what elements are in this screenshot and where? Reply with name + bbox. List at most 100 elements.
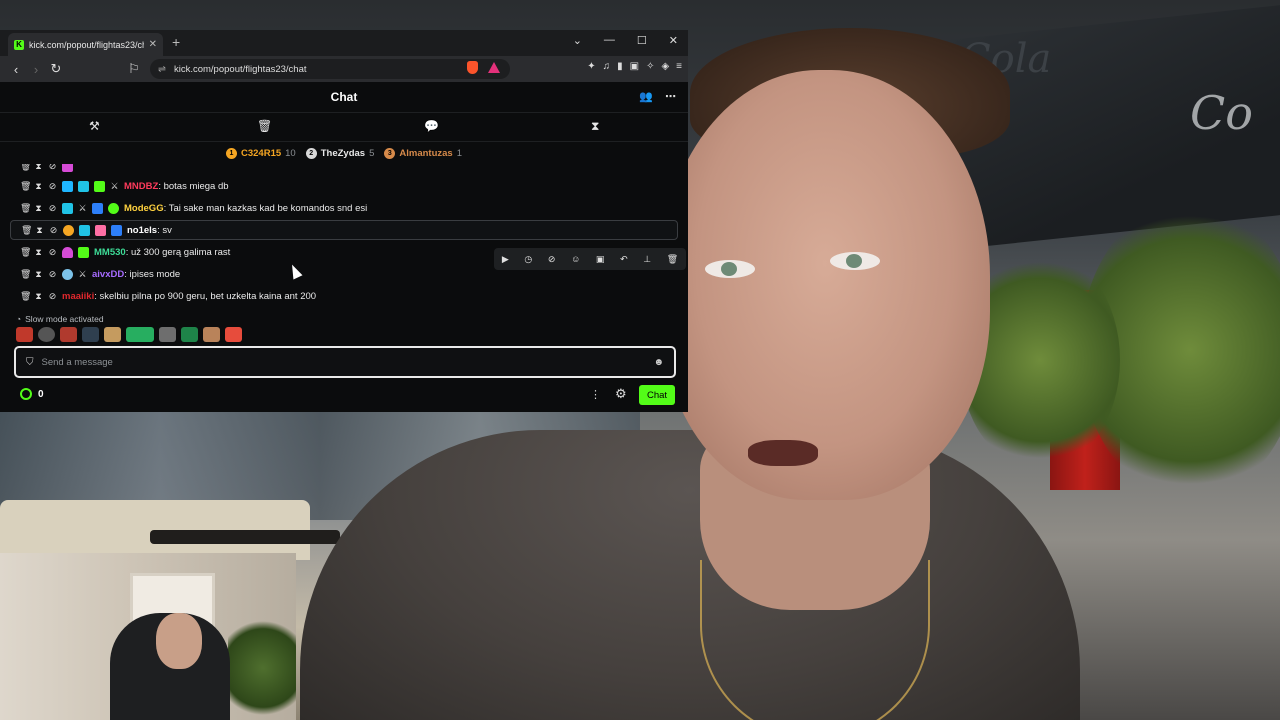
delete-icon[interactable]: 🗑 — [257, 119, 272, 133]
message-input-box[interactable]: ⛉ ☻ — [14, 346, 676, 378]
message-text: : sv — [157, 224, 172, 236]
browser-tab[interactable]: K kick.com/popout/flightas23/chat ✕ — [8, 33, 163, 56]
tab-list-icon[interactable]: ⌄ — [573, 34, 582, 47]
username[interactable]: MNDBZ — [124, 181, 158, 192]
brave-shields-icon[interactable] — [467, 61, 478, 74]
copy-icon[interactable]: ▣ — [596, 254, 605, 265]
sub-tier-badge — [79, 224, 90, 236]
emote[interactable] — [104, 327, 121, 342]
username[interactable]: ModeGG — [124, 203, 164, 214]
plant — [228, 613, 296, 720]
leader-count: 1 — [456, 147, 462, 159]
emote-icon[interactable]: ☺ — [571, 254, 580, 264]
sub-tier-badge — [78, 180, 89, 192]
timeout-icon[interactable]: ⧗ — [34, 269, 43, 280]
medal-icon: 2 — [305, 147, 317, 159]
back-icon[interactable]: ‹ — [6, 62, 26, 77]
leo-icon[interactable]: ✧ — [646, 61, 654, 72]
ban-icon[interactable]: ⊘ — [48, 164, 57, 172]
chat-message-highlighted[interactable]: 🗑 ⧗ ⊘ no1els: sv — [10, 220, 678, 240]
more-options-icon[interactable]: ⋯ — [665, 90, 676, 103]
delete-msg-icon[interactable]: 🗑 — [20, 181, 31, 192]
menu-icon[interactable]: ≡ — [676, 61, 682, 72]
timeout-icon[interactable]: ⧗ — [34, 247, 43, 258]
slow-mode-text: Slow mode activated — [25, 314, 104, 324]
ban-hammer-icon[interactable]: ⚒ — [89, 119, 100, 133]
more-icon[interactable]: ⋮ — [590, 388, 601, 401]
ban-icon[interactable]: ⊘ — [48, 247, 57, 258]
emote-bar — [16, 327, 242, 342]
address-bar[interactable]: ⇌ kick.com/popout/flightas23/chat — [150, 59, 510, 79]
leader-count: 10 — [285, 147, 296, 159]
ban-icon[interactable]: ⊘ — [48, 181, 57, 192]
ban-icon[interactable]: ⊘ — [48, 269, 57, 280]
emote[interactable] — [82, 327, 99, 342]
forward-icon[interactable]: › — [26, 62, 46, 77]
send-chat-button[interactable]: Chat — [639, 385, 675, 405]
chat-message[interactable]: 🗑 ⧗ ⊘ ⚔ ModeGG: Tai sake man kazkas kad … — [10, 198, 678, 218]
hide-icon[interactable]: ⊘ — [548, 254, 556, 265]
emote[interactable] — [225, 327, 242, 342]
maximize-icon[interactable]: ☐ — [637, 34, 647, 47]
ban-icon[interactable]: ⊘ — [48, 203, 57, 214]
leaderboard-entry[interactable]: 3 Almantuzas 1 — [384, 147, 462, 159]
eye — [705, 260, 755, 278]
trash-icon[interactable]: 🗑 — [667, 254, 678, 265]
timeout-icon[interactable]: ⧗ — [35, 225, 44, 236]
clock-icon[interactable]: ◷ — [524, 254, 532, 265]
delete-msg-icon[interactable]: 🗑 — [20, 203, 31, 214]
username[interactable]: no1els — [127, 225, 157, 236]
site-info-icon[interactable]: ⇌ — [158, 64, 166, 75]
minimize-icon[interactable]: — — [604, 34, 615, 47]
username[interactable]: maaiiki — [62, 291, 94, 302]
brave-rewards-icon[interactable] — [488, 62, 500, 73]
emote[interactable] — [38, 327, 55, 342]
vpn-icon[interactable]: ◈ — [661, 61, 669, 72]
timeout-icon[interactable]: ⧗ — [34, 203, 43, 214]
leaderboard-entry[interactable]: 2 TheZydas 5 — [305, 147, 374, 159]
wallet-icon[interactable]: ▣ — [630, 61, 639, 72]
new-tab-icon[interactable]: + — [172, 34, 180, 50]
username[interactable]: aivxDD — [92, 269, 124, 280]
bookmark-icon[interactable]: ⚐ — [124, 61, 144, 77]
delete-msg-icon[interactable]: 🗑 — [20, 291, 31, 302]
reply-icon[interactable]: ↶ — [620, 254, 628, 265]
emote[interactable] — [126, 327, 154, 342]
chat-bubble-icon[interactable]: 💬 — [424, 119, 439, 133]
sidebar-icon[interactable]: ▮ — [617, 61, 623, 72]
emote[interactable] — [203, 327, 220, 342]
delete-msg-icon[interactable]: 🗑 — [21, 225, 32, 236]
extensions-icon[interactable]: ✦ — [587, 61, 595, 72]
gift-badge — [95, 224, 106, 236]
emote[interactable] — [159, 327, 176, 342]
ban-icon[interactable]: ⊘ — [48, 291, 57, 302]
media-icon[interactable]: ♫ — [603, 61, 611, 72]
emote[interactable] — [60, 327, 77, 342]
leaderboard-entry[interactable]: 1 C324R15 10 — [226, 147, 296, 159]
users-icon[interactable]: 👥 — [639, 90, 653, 103]
hourglass-icon[interactable]: ⧗ — [591, 119, 599, 134]
close-window-icon[interactable]: ✕ — [669, 34, 678, 47]
delete-msg-icon[interactable]: 🗑 — [20, 247, 31, 258]
delete-msg-icon[interactable]: 🗑 — [20, 164, 31, 172]
close-tab-icon[interactable]: ✕ — [149, 39, 157, 50]
emote[interactable] — [181, 327, 198, 342]
ban-icon[interactable]: ⊘ — [49, 225, 58, 236]
reload-icon[interactable]: ↻ — [46, 61, 66, 77]
play-icon[interactable]: ▶ — [502, 254, 509, 265]
timeout-icon[interactable]: ⧗ — [34, 164, 43, 172]
chat-message[interactable]: 🗑 ⧗ ⊘ maaiiki: skelbiu pilna po 900 geru… — [10, 286, 678, 306]
timeout-icon[interactable]: ⧗ — [34, 181, 43, 192]
message-input[interactable] — [41, 356, 646, 368]
delete-msg-icon[interactable]: 🗑 — [20, 269, 31, 280]
chat-message-partial[interactable]: 🗑 ⧗ ⊘ — [10, 164, 678, 176]
chat-message[interactable]: 🗑 ⧗ ⊘ ⚔ MNDBZ: botas miega db — [10, 176, 678, 196]
username[interactable]: MM530 — [94, 247, 126, 258]
timeout-icon[interactable]: ⧗ — [34, 291, 43, 302]
gear-icon[interactable]: ⚙ — [615, 386, 627, 402]
channel-points[interactable]: 0 — [20, 388, 44, 400]
emote[interactable] — [16, 327, 33, 342]
pin-icon[interactable]: ⊥ — [643, 254, 651, 265]
tab-bar: K kick.com/popout/flightas23/chat ✕ + ⌄ … — [0, 30, 688, 56]
emoji-icon[interactable]: ☻ — [653, 357, 664, 368]
